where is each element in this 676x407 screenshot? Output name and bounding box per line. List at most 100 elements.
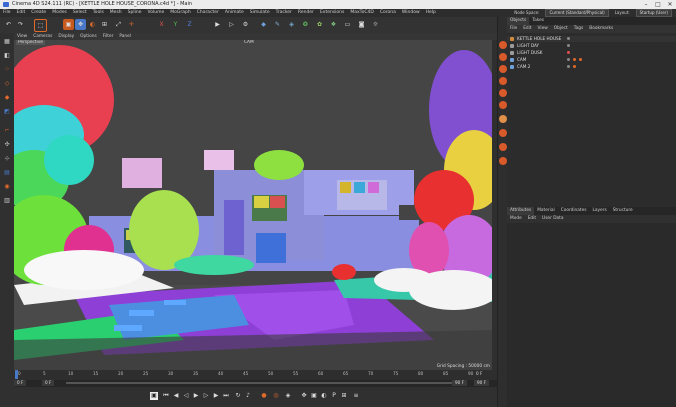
corona-proxy-icon[interactable]	[499, 129, 507, 137]
tab-material[interactable]: Material	[534, 207, 557, 215]
menu-mograph[interactable]: MoGraph	[167, 9, 193, 17]
menu-mesh[interactable]: Mesh	[107, 9, 125, 17]
object-row[interactable]: CAM.2	[507, 64, 676, 70]
autokey-icon[interactable]: ◎	[272, 392, 280, 400]
tab-structure[interactable]: Structure	[610, 207, 636, 215]
camera-icon[interactable]: ◙	[356, 19, 367, 30]
deformer-icon[interactable]: ✿	[314, 19, 325, 30]
corona-scatter-icon[interactable]	[499, 143, 507, 151]
corona-ipr-icon[interactable]	[499, 53, 507, 61]
menu-tracker[interactable]: Tracker	[273, 9, 295, 17]
viewport-menu-options[interactable]: Options	[77, 33, 100, 40]
viewport-menu-panel[interactable]: Panel	[116, 33, 134, 40]
viewport-menu-display[interactable]: Display	[55, 33, 77, 40]
menu-character[interactable]: Character	[194, 9, 222, 17]
snapping-icon[interactable]: ⊹	[2, 153, 12, 163]
rotate-icon[interactable]: ◐	[87, 19, 98, 30]
attr-menu-user-data[interactable]: User Data	[539, 215, 566, 223]
objects-menu-edit[interactable]: Edit	[520, 25, 534, 33]
render-view-icon[interactable]: ▶	[212, 19, 223, 30]
tag-icon[interactable]	[579, 58, 582, 61]
range-slider[interactable]	[66, 382, 456, 384]
x-axis-lock-icon[interactable]: X	[156, 19, 167, 30]
viewport-menu-view[interactable]: View	[14, 33, 30, 40]
play-icon[interactable]: ▶	[192, 392, 200, 400]
timeline-menu-icon[interactable]: ≡	[352, 392, 360, 400]
y-axis-lock-icon[interactable]: Y	[170, 19, 181, 30]
keyframe-selection-icon[interactable]: ◈	[284, 392, 292, 400]
menu-animate[interactable]: Animate	[222, 9, 247, 17]
pen-icon[interactable]: ✎	[272, 19, 283, 30]
light-icon[interactable]: ☼	[370, 19, 381, 30]
range-end-field[interactable]: 90 F	[452, 380, 468, 386]
lock-icon[interactable]: ▥	[2, 195, 12, 205]
attr-menu-edit[interactable]: Edit	[525, 215, 539, 223]
scale-key-icon[interactable]: ▣	[310, 392, 318, 400]
rotation-key-icon[interactable]: ◐	[320, 392, 328, 400]
position-key-icon[interactable]: ✥	[300, 392, 308, 400]
tab-layers[interactable]: Layers	[589, 207, 609, 215]
node-space-select[interactable]: Current (Standard/Physical)	[545, 9, 609, 17]
next-frame-icon[interactable]: ▷	[202, 392, 210, 400]
corona-light-icon[interactable]	[499, 77, 507, 85]
viewport-menu-cameras[interactable]: Cameras	[30, 33, 55, 40]
minimize-icon[interactable]: –	[640, 0, 652, 9]
menu-edit[interactable]: Edit	[14, 9, 29, 17]
render-settings-icon[interactable]: ⚙	[240, 19, 251, 30]
objects-menu-tags[interactable]: Tags	[571, 25, 587, 33]
menu-volume[interactable]: Volume	[145, 9, 168, 17]
recent-tools-icon[interactable]: ⊞	[99, 19, 110, 30]
menu-file[interactable]: File	[0, 9, 14, 17]
object-row[interactable]: CAM	[507, 57, 676, 63]
range-start-field[interactable]: 0 F	[14, 380, 27, 386]
tab-objects[interactable]: Objects	[507, 17, 530, 25]
attr-menu-mode[interactable]: Mode	[507, 215, 525, 223]
menu-simulate[interactable]: Simulate	[247, 9, 273, 17]
viewport-camera-label[interactable]: CAM	[244, 40, 254, 45]
range-start2-field[interactable]: 0 F	[42, 380, 55, 386]
axis-icon[interactable]: ✛	[126, 19, 137, 30]
visibility-dot[interactable]	[567, 58, 570, 61]
corona-vfb-icon[interactable]	[499, 65, 507, 73]
corona-camera-icon[interactable]	[499, 115, 507, 123]
subdivision-icon[interactable]: ◈	[286, 19, 297, 30]
menu-spline[interactable]: Spline	[125, 9, 145, 17]
timeline-ruler[interactable]: 0 5 10 15 20 25 30 35 40 45 50 55 60 65 …	[14, 370, 497, 380]
tab-attributes[interactable]: Attributes	[507, 207, 535, 215]
object-row[interactable]: LIGHT DAY	[507, 43, 676, 49]
objects-menu-bookmarks[interactable]: Bookmarks	[586, 25, 616, 33]
next-key-icon[interactable]: ▶	[212, 392, 220, 400]
prev-key-icon[interactable]: ◀	[172, 392, 180, 400]
tag-icon[interactable]	[573, 65, 576, 68]
playback-icon[interactable]: ▣	[150, 392, 158, 400]
menu-render[interactable]: Render	[295, 9, 317, 17]
enable-axis-icon[interactable]: ⌐	[2, 125, 12, 135]
workplane-icon[interactable]: ▤	[2, 167, 12, 177]
points-mode-icon[interactable]: ⁘	[2, 64, 12, 74]
z-axis-lock-icon[interactable]: Z	[184, 19, 195, 30]
corona-material-icon[interactable]	[499, 157, 507, 165]
live-selection-icon[interactable]: ⬚	[34, 19, 47, 32]
menu-select[interactable]: Select	[70, 9, 90, 17]
menu-modes[interactable]: Modes	[49, 9, 70, 17]
corona-render-icon[interactable]	[499, 41, 507, 49]
tab-coordinates[interactable]: Coordinates	[558, 207, 590, 215]
move-icon[interactable]: ✥	[75, 19, 86, 30]
menu-create[interactable]: Create	[28, 9, 49, 17]
model-mode-icon[interactable]: ▦	[2, 36, 12, 46]
menu-help[interactable]: Help	[423, 9, 439, 17]
solo-icon[interactable]: ◉	[2, 181, 12, 191]
pla-key-icon[interactable]: ⊞	[340, 392, 348, 400]
corona-sky-icon[interactable]	[499, 89, 507, 97]
object-row[interactable]: LIGHT DUSK	[507, 50, 676, 56]
sound-icon[interactable]: ♪	[244, 392, 252, 400]
go-to-end-icon[interactable]: ⏭	[222, 392, 230, 400]
cube-icon[interactable]: ◆	[258, 19, 269, 30]
cloner-icon[interactable]: ❂	[300, 19, 311, 30]
visibility-dot[interactable]	[567, 65, 570, 68]
objects-menu-object[interactable]: Object	[551, 25, 571, 33]
undo-icon[interactable]: ↶	[3, 19, 14, 30]
menu-extensions[interactable]: Extensions	[317, 9, 347, 17]
menu-tools[interactable]: Tools	[90, 9, 107, 17]
menu-corona[interactable]: Corona	[377, 9, 399, 17]
